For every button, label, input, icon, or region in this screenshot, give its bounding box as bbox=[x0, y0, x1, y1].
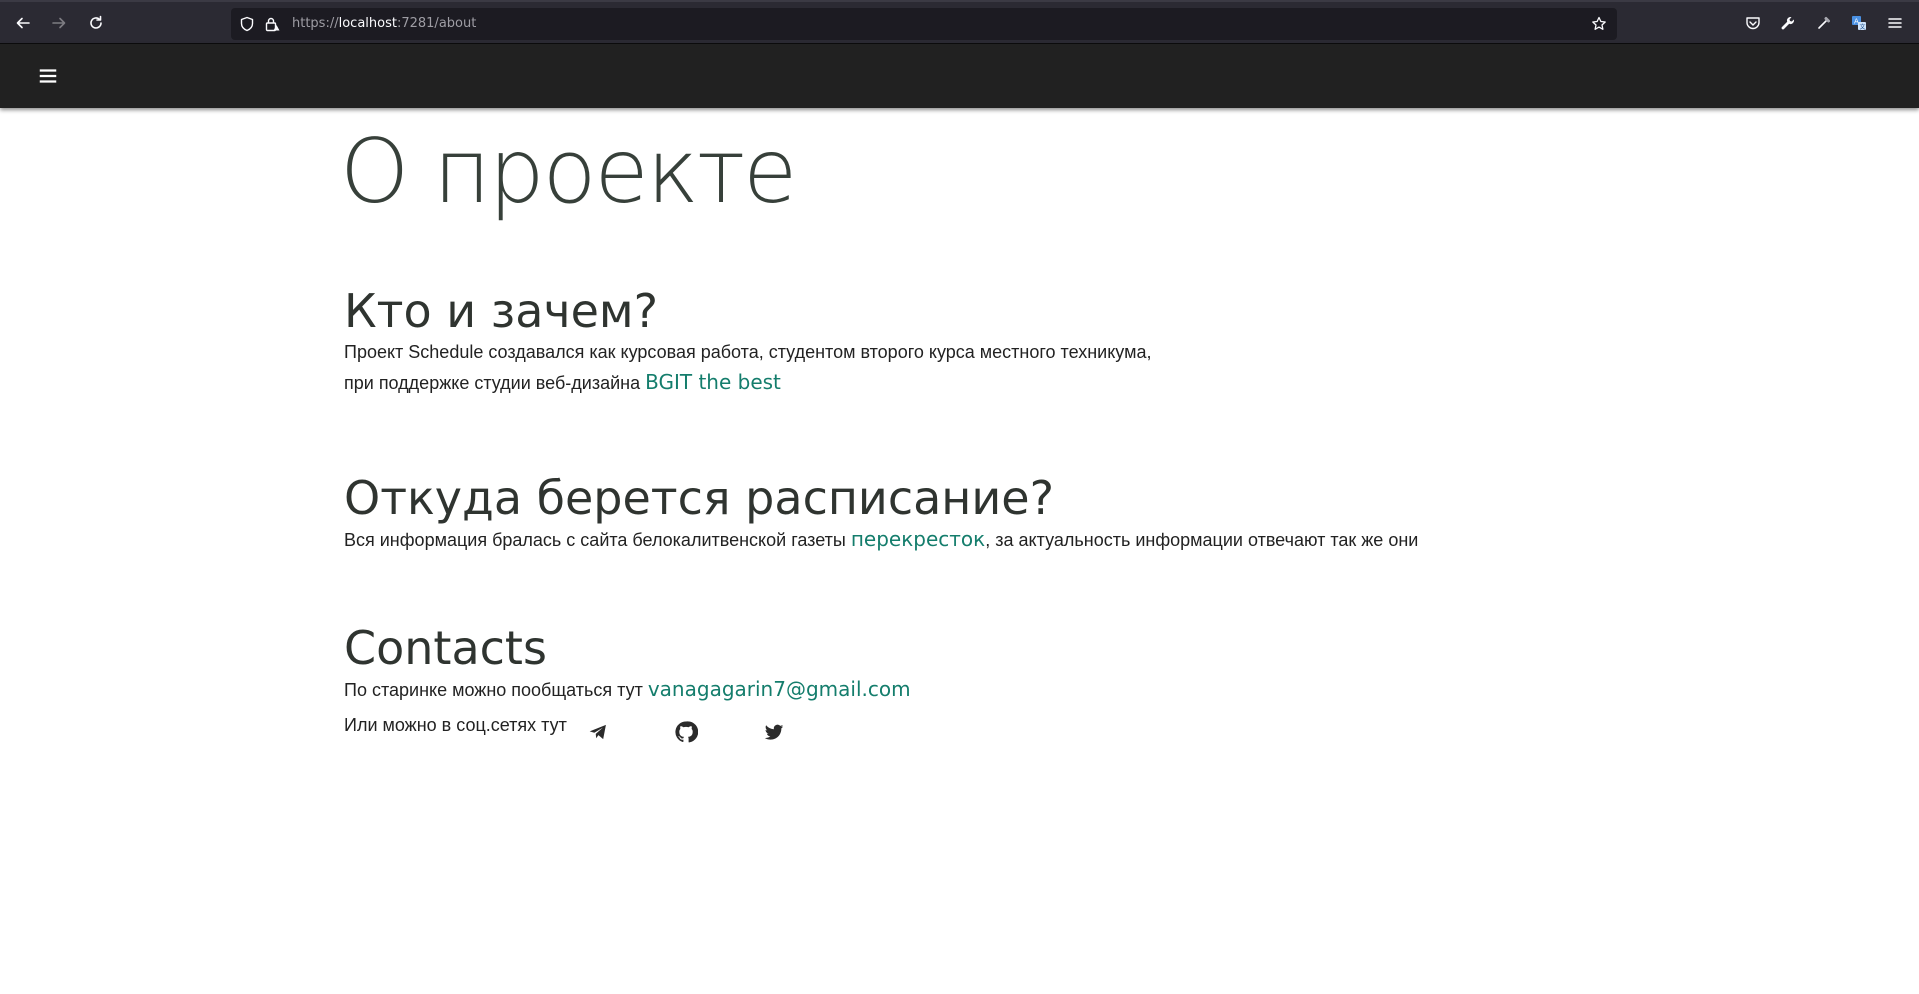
bgit-link[interactable]: BGIT the best bbox=[645, 370, 781, 394]
section-contacts: Contacts По старинке можно пообщаться ту… bbox=[344, 622, 1584, 745]
reload-icon bbox=[90, 15, 102, 29]
wrench-icon bbox=[1781, 17, 1794, 30]
star-icon[interactable] bbox=[1591, 16, 1607, 32]
perekrestok-link[interactable]: перекресток bbox=[851, 527, 985, 551]
app-menu-button[interactable] bbox=[1886, 14, 1904, 32]
eyedropper-button[interactable] bbox=[1815, 14, 1833, 32]
site-navbar bbox=[0, 44, 1919, 108]
github-link[interactable] bbox=[673, 719, 699, 745]
pocket-icon bbox=[1746, 17, 1760, 30]
page-title: О проекте bbox=[340, 120, 797, 223]
nav-menu-button[interactable] bbox=[36, 64, 60, 88]
url-bar[interactable]: https://localhost:7281/about bbox=[231, 8, 1617, 40]
arrow-left-icon bbox=[16, 17, 30, 29]
telegram-icon bbox=[589, 724, 606, 740]
social-prefix: Или можно в соц.сетях тут bbox=[344, 715, 567, 735]
section-heading: Кто и зачем? bbox=[344, 284, 658, 338]
pocket-button[interactable] bbox=[1744, 14, 1762, 32]
section-text: Вся информация бралась с сайта белокалит… bbox=[344, 524, 1584, 555]
social-row: Или можно в соц.сетях тут bbox=[344, 705, 1584, 745]
text-line: при поддержке студии веб-дизайна bbox=[344, 373, 646, 393]
eyedropper-icon bbox=[1818, 17, 1830, 29]
twitter-icon bbox=[764, 724, 784, 740]
tracking-shield-icon[interactable] bbox=[239, 16, 255, 32]
section-who: Кто и зачем? Проект Schedule создавался … bbox=[344, 285, 1584, 398]
section-heading: Откуда берется расписание? bbox=[344, 471, 1054, 525]
text-line: Проект Schedule создавался как курсовая … bbox=[344, 342, 1152, 362]
back-button[interactable] bbox=[12, 12, 34, 34]
forward-button[interactable] bbox=[48, 12, 70, 34]
main-content: О проекте Кто и зачем? Проект Schedule с… bbox=[340, 108, 1584, 745]
github-icon bbox=[675, 721, 698, 743]
tools-button[interactable] bbox=[1779, 14, 1797, 32]
hamburger-icon bbox=[1888, 18, 1902, 28]
url-path: :7281/about bbox=[396, 16, 477, 31]
section-source: Откуда берется расписание? Вся информаци… bbox=[344, 472, 1584, 555]
svg-text:文: 文 bbox=[1860, 23, 1866, 31]
email-prefix: По старинке можно пообщаться тут bbox=[344, 680, 648, 700]
url-host: localhost bbox=[338, 16, 397, 31]
url-scheme: https:// bbox=[292, 16, 339, 31]
hamburger-icon bbox=[39, 69, 57, 83]
section-text: Проект Schedule создавался как курсовая … bbox=[344, 337, 1584, 398]
insecure-lock-icon[interactable] bbox=[264, 16, 280, 32]
text-suffix: , за актуальность информации отвечают та… bbox=[985, 530, 1419, 550]
translate-icon: A文 bbox=[1852, 16, 1866, 31]
reload-button[interactable] bbox=[85, 12, 107, 34]
translate-button[interactable]: A文 bbox=[1850, 14, 1868, 32]
email-link[interactable]: vanagagarin7@gmail.com bbox=[648, 677, 911, 701]
twitter-link[interactable] bbox=[761, 719, 787, 745]
arrow-right-icon bbox=[52, 17, 66, 29]
browser-toolbar: https://localhost:7281/about A文 bbox=[0, 0, 1919, 44]
email-line: По старинке можно пообщаться тут vanagag… bbox=[344, 674, 1584, 705]
telegram-link[interactable] bbox=[585, 719, 611, 745]
text-prefix: Вся информация бралась с сайта белокалит… bbox=[344, 530, 851, 550]
url-text[interactable]: https://localhost:7281/about bbox=[292, 16, 476, 31]
section-heading: Contacts bbox=[344, 621, 547, 675]
